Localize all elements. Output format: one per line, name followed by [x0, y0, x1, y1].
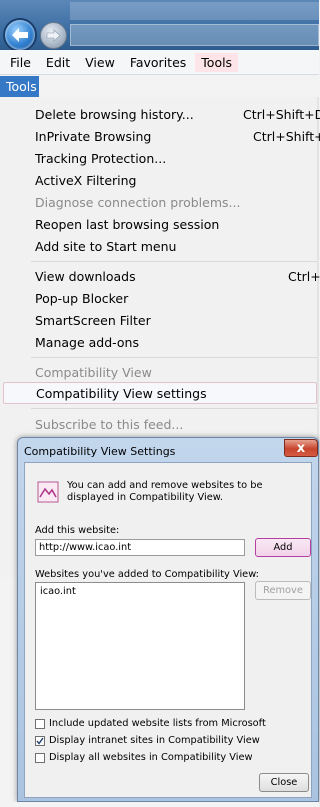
list-item[interactable]: icao.int [40, 586, 76, 597]
tab-strip [70, 2, 319, 20]
websites-listbox[interactable]: icao.int [35, 582, 245, 710]
forward-button[interactable] [40, 22, 67, 49]
menu-item-reopen-last-session[interactable]: Reopen last browsing session [3, 213, 317, 235]
address-bar[interactable] [70, 24, 319, 46]
compatibility-view-settings-dialog: Compatibility View Settings x You can ad… [17, 437, 319, 802]
menu-item-shortcut: Ctrl+Shift+De [243, 106, 320, 122]
remove-button: Remove [255, 581, 311, 600]
menu-item-delete-browsing-history[interactable]: Delete browsing history... Ctrl+Shift+De [3, 103, 320, 125]
menu-item-label: View downloads [35, 268, 136, 284]
back-button[interactable] [3, 18, 37, 52]
menu-item-label: InPrivate Browsing [35, 128, 152, 144]
option-label: Display intranet sites in Compatibility … [49, 735, 260, 746]
browser-toolbar [0, 0, 319, 52]
close-icon: x [296, 440, 306, 456]
menu-item-popup-blocker[interactable]: Pop-up Blocker [3, 287, 317, 309]
menu-tools[interactable]: Tools [195, 52, 239, 72]
menu-item-add-site-start-menu[interactable]: Add site to Start menu [3, 235, 317, 257]
checkbox[interactable] [35, 718, 45, 729]
menu-item-label: SmartScreen Filter [35, 312, 151, 328]
menu-edit[interactable]: Edit [40, 53, 76, 72]
checkbox[interactable] [35, 735, 45, 746]
dialog-body: You can add and remove websites to be di… [24, 462, 312, 798]
compatibility-view-icon [37, 481, 59, 503]
menu-view[interactable]: View [79, 53, 121, 72]
menu-favorites[interactable]: Favorites [124, 53, 192, 72]
menu-item-label: Tracking Protection... [35, 150, 167, 166]
tools-menu-header: Tools [0, 76, 39, 97]
websites-list-label: Websites you've added to Compatibility V… [35, 569, 259, 580]
menu-separator [31, 408, 317, 409]
forward-arrow-icon [46, 29, 60, 42]
menu-item-subscribe-feed: Subscribe to this feed... [3, 413, 317, 435]
checkmark-icon [36, 737, 44, 745]
page-bottom [0, 802, 319, 807]
add-button[interactable]: Add [255, 538, 311, 557]
menu-item-compatibility-view-settings[interactable]: Compatibility View settings [3, 382, 317, 404]
menu-item-label: Diagnose connection problems... [35, 194, 241, 210]
menu-item-label: Pop-up Blocker [35, 290, 129, 306]
info-text: You can add and remove websites to be di… [67, 480, 263, 503]
menu-item-inprivate-browsing[interactable]: InPrivate Browsing Ctrl+Shift+P [3, 125, 320, 147]
add-website-input[interactable]: http://www.icao.int [35, 539, 245, 556]
menu-item-label: Compatibility View [35, 364, 152, 380]
menu-bar: File Edit View Favorites Tools [0, 50, 319, 75]
menu-item-compatibility-view: Compatibility View [3, 361, 317, 383]
option-include-updated-lists[interactable]: Include updated website lists from Micro… [35, 718, 266, 729]
menu-item-label: ActiveX Filtering [35, 172, 137, 188]
menu-item-label: Delete browsing history... [35, 106, 194, 122]
menu-item-label: Manage add-ons [35, 334, 139, 350]
back-arrow-icon [12, 28, 28, 42]
option-label: Include updated website lists from Micro… [49, 718, 266, 729]
menu-item-label: Reopen last browsing session [35, 216, 220, 232]
menu-separator [31, 261, 317, 262]
menu-item-shortcut: Ctrl+J [288, 268, 320, 284]
menu-item-shortcut: Ctrl+Shift+P [253, 128, 320, 144]
option-label: Display all websites in Compatibility Vi… [49, 752, 253, 763]
menu-item-manage-addons[interactable]: Manage add-ons [3, 331, 317, 353]
dialog-title: Compatibility View Settings [24, 445, 176, 458]
add-website-label: Add this website: [35, 525, 120, 536]
menu-item-label: Subscribe to this feed... [35, 416, 184, 432]
menu-item-activex-filtering[interactable]: ActiveX Filtering [3, 169, 317, 191]
checkbox[interactable] [35, 752, 45, 763]
menu-item-tracking-protection[interactable]: Tracking Protection... [3, 147, 317, 169]
option-display-all-websites[interactable]: Display all websites in Compatibility Vi… [35, 752, 253, 763]
menu-separator [31, 357, 317, 358]
menu-file[interactable]: File [4, 53, 37, 72]
menu-item-smartscreen-filter[interactable]: SmartScreen Filter [3, 309, 317, 331]
menu-item-view-downloads[interactable]: View downloads Ctrl+J [3, 265, 320, 287]
close-button[interactable]: Close [259, 773, 309, 792]
menu-item-diagnose-connection: Diagnose connection problems... [3, 191, 317, 213]
option-display-intranet[interactable]: Display intranet sites in Compatibility … [35, 735, 260, 746]
dialog-close-x-button[interactable]: x [284, 439, 318, 457]
menu-item-label: Compatibility View settings [36, 385, 207, 401]
menu-item-label: Add site to Start menu [35, 238, 177, 254]
